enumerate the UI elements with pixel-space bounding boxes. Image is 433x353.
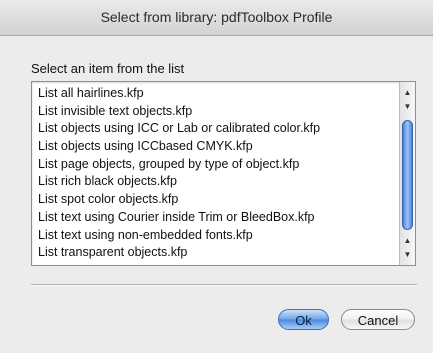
list-item[interactable]: List objects using ICC or Lab or calibra… — [32, 120, 398, 138]
list-item[interactable]: List spot color objects.kfp — [32, 191, 398, 209]
list-item[interactable]: List all hairlines.kfp — [32, 85, 398, 103]
scroll-down-arrow-icon[interactable]: ▼ — [400, 99, 415, 114]
window-title: Select from library: pdfToolbox Profile — [100, 9, 333, 25]
list-prompt: Select an item from the list — [31, 61, 185, 76]
dialog-window: Select from library: pdfToolbox Profile … — [0, 0, 433, 353]
vertical-scrollbar[interactable]: ▲ ▼ ▲ ▼ — [399, 82, 415, 265]
list-item[interactable]: List text using Courier inside Trim or B… — [32, 209, 398, 227]
cancel-button[interactable]: Cancel — [341, 309, 415, 330]
separator-line — [31, 284, 417, 286]
list-item[interactable]: List invisible text objects.kfp — [32, 103, 398, 121]
scroll-up-arrow-icon[interactable]: ▲ — [400, 233, 415, 248]
scroll-up-arrow-icon[interactable]: ▲ — [400, 85, 415, 100]
list-item[interactable]: List transparent objects.kfp — [32, 244, 398, 262]
profile-list: List all hairlines.kfp List invisible te… — [32, 85, 398, 262]
title-bar[interactable]: Select from library: pdfToolbox Profile — [0, 0, 433, 36]
scroll-thumb[interactable] — [402, 120, 413, 230]
scroll-down-arrow-icon[interactable]: ▼ — [400, 247, 415, 262]
ok-button[interactable]: Ok — [278, 309, 329, 330]
list-item[interactable]: List rich black objects.kfp — [32, 173, 398, 191]
profile-listbox[interactable]: List all hairlines.kfp List invisible te… — [31, 81, 416, 266]
list-item[interactable]: List page objects, grouped by type of ob… — [32, 156, 398, 174]
list-item[interactable]: List objects using ICCbased CMYK.kfp — [32, 138, 398, 156]
list-item[interactable]: List text using non-embedded fonts.kfp — [32, 227, 398, 245]
